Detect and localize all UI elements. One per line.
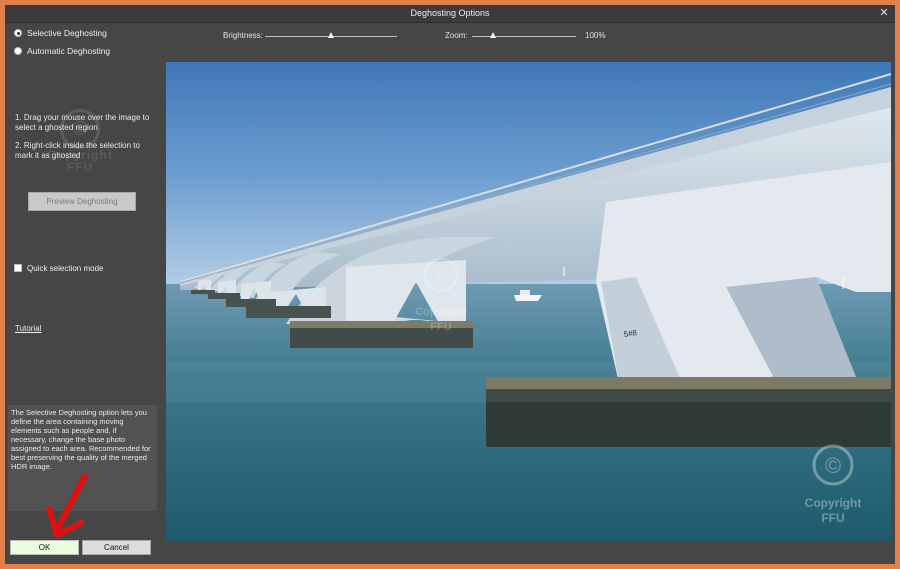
radio-label: Selective Deghosting — [27, 28, 107, 38]
watermark-line2: FFU — [66, 160, 94, 174]
zoom-label: Zoom: — [445, 31, 468, 40]
pier-number: 5#8 — [623, 328, 638, 339]
radio-automatic-deghosting[interactable]: Automatic Deghosting — [14, 45, 110, 57]
watermark-line2: FFU — [821, 511, 844, 525]
preview-deghosting-button[interactable]: Preview Deghosting — [28, 192, 136, 211]
watermark-line1: Copyright — [415, 306, 467, 318]
title-bar: Deghosting Options ✕ — [5, 5, 895, 23]
instruction-step-2: 2. Right-click inside the selection to m… — [15, 141, 140, 160]
radio-unselected-icon[interactable] — [14, 47, 22, 55]
quick-selection-label: Quick selection mode — [27, 263, 104, 273]
window-title: Deghosting Options — [410, 8, 490, 18]
deghosting-dialog: Deghosting Options ✕ Selective Deghostin… — [5, 5, 895, 564]
instruction-step-1: 1. Drag your mouse over the image to sel… — [15, 113, 150, 132]
quick-selection-checkbox[interactable]: Quick selection mode — [14, 262, 103, 274]
watermark-line2: FFU — [430, 321, 451, 333]
zoom-slider[interactable] — [472, 36, 576, 37]
checkbox-icon[interactable] — [14, 264, 22, 272]
radio-selected-icon[interactable] — [14, 29, 22, 37]
zoom-slider-thumb[interactable] — [489, 32, 496, 38]
close-button[interactable]: ✕ — [877, 5, 891, 22]
copyright-icon: © — [434, 266, 447, 286]
zoom-value: 100% — [585, 31, 606, 40]
annotation-arrow-icon — [46, 473, 88, 538]
bridge-photo-icon: 5#8 © Copyright FFU © Copyright FFU — [166, 62, 891, 541]
brightness-slider-thumb[interactable] — [328, 32, 334, 38]
radio-label: Automatic Deghosting — [27, 46, 111, 56]
image-preview[interactable]: 5#8 © Copyright FFU © Copyright FFU — [166, 62, 891, 541]
radio-selective-deghosting[interactable]: Selective Deghosting — [14, 27, 107, 39]
copyright-icon: © — [825, 453, 841, 478]
brightness-label: Brightness: — [223, 31, 264, 40]
tutorial-link[interactable]: Tutorial — [15, 324, 41, 333]
watermark-line1: Copyright — [805, 496, 862, 510]
